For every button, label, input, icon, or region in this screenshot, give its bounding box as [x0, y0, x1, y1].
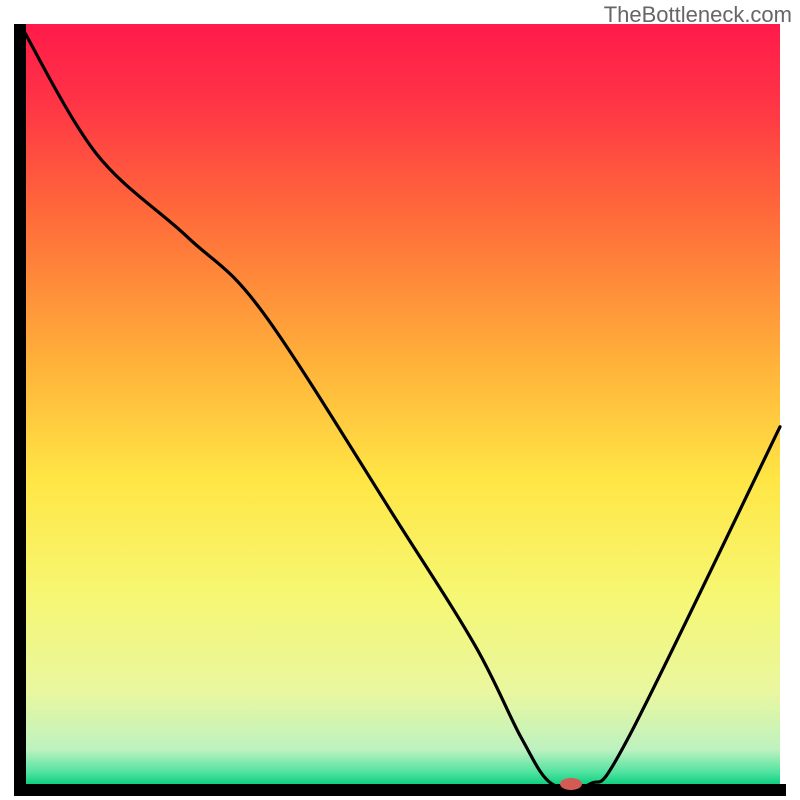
- gradient-background: [20, 24, 780, 784]
- chart-container: TheBottleneck.com: [0, 0, 800, 800]
- optimal-marker: [560, 778, 582, 790]
- watermark-text: TheBottleneck.com: [604, 2, 792, 28]
- plot-area: [14, 24, 786, 790]
- bottleneck-chart: [14, 24, 786, 796]
